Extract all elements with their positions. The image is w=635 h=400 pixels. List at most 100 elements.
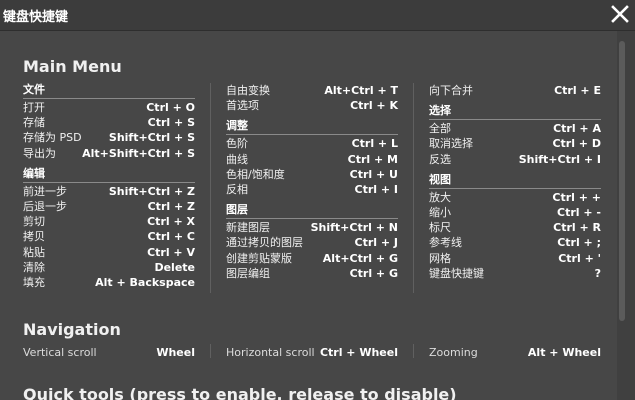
shortcut-group: 自由变换 Alt+Ctrl + T 首选项 Ctrl + K (226, 83, 398, 113)
shortcut-name: 键盘快捷键 (429, 266, 484, 280)
shortcut-row: 首选项 Ctrl + K (226, 98, 398, 113)
shortcut-name: 存储 (23, 116, 45, 130)
shortcut-row: 标尺 Ctrl + R (429, 220, 601, 235)
shortcut-key: Shift+Ctrl + S (108, 131, 195, 145)
shortcut-name: 通过拷贝的图层 (226, 236, 303, 250)
shortcut-name: 粘贴 (23, 245, 45, 259)
shortcut-group: 选择 全部 Ctrl + A 取消选择 Ctrl + D 反选 Shift+Ctrl + I (429, 104, 601, 167)
shortcut-name: 拷贝 (23, 230, 45, 244)
shortcut-row: 键盘快捷键? (429, 266, 601, 281)
shortcut-key: Ctrl + O (146, 101, 195, 114)
shortcut-row: 存储 Ctrl + S (23, 115, 195, 130)
shortcut-key: Ctrl + ; (557, 236, 601, 250)
section-title-navigation: Navigation (23, 320, 121, 339)
shortcut-key: ? (594, 266, 601, 280)
shortcut-key: Ctrl + U (349, 167, 398, 181)
shortcut-key: Ctrl + I (354, 182, 399, 196)
shortcut-group: 调整 色阶 Ctrl + L 曲线 Ctrl + M 色相/饱和度 Ctrl + U 反相 Ct… (226, 119, 398, 197)
shortcut-row: 曲线 Ctrl + M (226, 152, 398, 167)
shortcut-row: 创建剪贴蒙版 Alt+Ctrl + G (226, 251, 398, 266)
shortcut-key: Alt + Wheel (527, 346, 601, 359)
shortcut-column-1: 文件 打开 Ctrl + O 存储 Ctrl + S 存储为 PSD Shift+Ctrl … (23, 83, 195, 296)
nav-row-zooming: Zooming Alt + Wheel (429, 346, 601, 359)
shortcut-row: 粘贴 Ctrl + V (23, 245, 195, 260)
shortcut-name: Vertical scroll (23, 346, 97, 359)
shortcut-key: Ctrl + D (552, 137, 601, 151)
section-title-quick-tools: Quick tools (press to enable, release to… (23, 385, 457, 400)
shortcut-row: 网格 Ctrl + ' (429, 251, 601, 266)
shortcut-key: Ctrl + M (347, 152, 398, 166)
shortcut-key: Ctrl + X (147, 215, 195, 229)
nav-row-vertical-scroll: Vertical scroll Wheel (23, 346, 195, 359)
close-button[interactable] (608, 2, 632, 26)
shortcut-row: 新建图层 Shift+Ctrl + N (226, 220, 398, 235)
shortcut-name: 自由变换 (226, 84, 270, 97)
shortcut-name: 导出为 (23, 146, 56, 160)
group-title: 编辑 (23, 167, 195, 183)
shortcut-row: 取消选择 Ctrl + D (429, 136, 601, 151)
shortcut-key: Shift+Ctrl + N (310, 221, 398, 235)
column-divider (413, 83, 414, 293)
shortcut-group: 图层 新建图层 Shift+Ctrl + N 通过拷贝的图层 Ctrl + J 创建剪贴蒙… (226, 203, 398, 281)
shortcut-key: Ctrl + - (557, 205, 601, 219)
group-title: 图层 (226, 203, 398, 220)
shortcut-key: Ctrl + Z (147, 199, 195, 213)
nav-row-horizontal-scroll: Horizontal scroll Ctrl + Wheel (226, 346, 398, 359)
shortcut-name: 色阶 (226, 137, 248, 151)
shortcuts-content[interactable]: Main Menu 文件 打开 Ctrl + O 存储 Ctrl + S 存储为 PSD S… (0, 31, 617, 400)
vertical-scrollbar[interactable] (617, 31, 635, 400)
shortcut-row: 自由变换 Alt+Ctrl + T (226, 83, 398, 98)
shortcut-key: Alt + Backspace (95, 275, 195, 289)
shortcut-name: 参考线 (429, 236, 462, 250)
shortcut-key: Ctrl + V (147, 245, 195, 259)
shortcut-row: 后退一步 Ctrl + Z (23, 199, 195, 214)
shortcut-row: 拷贝 Ctrl + C (23, 229, 195, 244)
shortcut-row: 清除 Delete (23, 260, 195, 275)
shortcut-row: 反相 Ctrl + I (226, 182, 398, 197)
shortcut-column-2: 自由变换 Alt+Ctrl + T 首选项 Ctrl + K 调整 色阶 Ctrl + L曲… (226, 83, 398, 287)
shortcut-group: 文件 打开 Ctrl + O 存储 Ctrl + S 存储为 PSD Shift+Ctrl … (23, 83, 195, 161)
shortcut-name: 向下合并 (429, 84, 473, 97)
shortcut-key: Ctrl + E (554, 84, 601, 97)
shortcut-name: 前进一步 (23, 184, 67, 198)
title-bar: 键盘快捷键 (0, 0, 635, 31)
shortcut-row: 存储为 PSD Shift+Ctrl + S (23, 130, 195, 145)
shortcut-key: Alt+Ctrl + G (322, 251, 398, 265)
shortcut-group: 向下合并 Ctrl + E (429, 83, 601, 98)
shortcut-row: 缩小 Ctrl + - (429, 205, 601, 220)
shortcut-key: Shift+Ctrl + Z (108, 184, 195, 198)
shortcut-name: 曲线 (226, 152, 248, 166)
group-title: 视图 (429, 173, 601, 189)
shortcut-row: 打开 Ctrl + O (23, 100, 195, 115)
shortcut-name: 打开 (23, 101, 45, 114)
shortcut-name: 创建剪贴蒙版 (226, 251, 292, 265)
shortcut-name: 标尺 (429, 221, 451, 235)
shortcut-key: Wheel (156, 346, 195, 359)
shortcut-key: Ctrl + G (349, 266, 398, 280)
shortcut-row: 填充 Alt + Backspace (23, 275, 195, 290)
shortcut-row: 色相/饱和度 Ctrl + U (226, 167, 398, 182)
shortcut-key: Ctrl + Wheel (319, 346, 398, 359)
shortcut-name: 首选项 (226, 99, 259, 113)
section-title-main-menu: Main Menu (23, 57, 122, 76)
shortcut-name: 色相/饱和度 (226, 167, 285, 181)
shortcut-row: 反选 Shift+Ctrl + I (429, 152, 601, 167)
shortcut-row: 向下合并 Ctrl + E (429, 83, 601, 98)
shortcut-name: Horizontal scroll (226, 346, 315, 359)
shortcut-name: 剪切 (23, 215, 45, 229)
shortcut-row: 全部 Ctrl + A (429, 121, 601, 136)
window-title: 键盘快捷键 (3, 10, 69, 25)
shortcut-name: 网格 (429, 251, 451, 265)
shortcut-key: Alt+Shift+Ctrl + S (82, 146, 195, 160)
shortcut-key: Ctrl + ' (558, 251, 601, 265)
shortcut-group: 编辑 前进一步 Shift+Ctrl + Z 后退一步 Ctrl + Z 剪切 Ctrl +… (23, 167, 195, 290)
shortcut-name: 反选 (429, 152, 451, 166)
shortcut-key: Ctrl + S (147, 116, 195, 130)
shortcut-key: Ctrl + R (553, 221, 601, 235)
scrollbar-thumb[interactable] (619, 41, 625, 321)
shortcut-name: 缩小 (429, 205, 451, 219)
column-divider (210, 83, 211, 293)
shortcut-column-3: 向下合并 Ctrl + E 选择 全部 Ctrl + A 取消选择 Ctrl + D 反选 Sh… (429, 83, 601, 287)
shortcut-key: Ctrl + J (354, 236, 399, 250)
column-divider (210, 344, 211, 358)
